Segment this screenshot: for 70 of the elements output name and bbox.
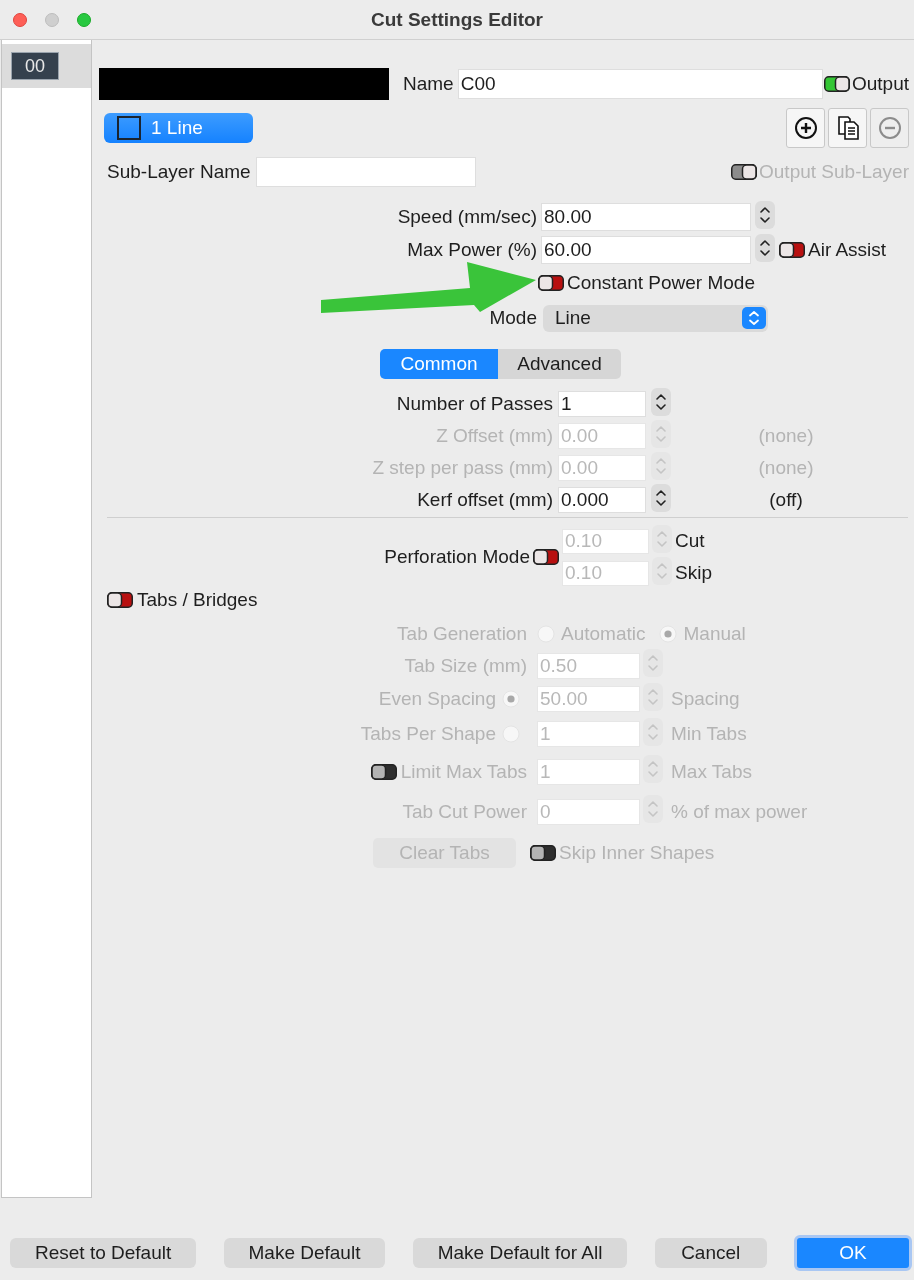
- field-label: Z step per pass (mm): [372, 457, 553, 479]
- field-label: Kerf offset (mm): [417, 489, 553, 511]
- toggle-label: Air Assist: [808, 239, 887, 261]
- field-label: Min Tabs: [671, 723, 747, 745]
- square-icon: [117, 116, 141, 140]
- field-label: Max Power (%): [407, 239, 537, 261]
- stepper[interactable]: [755, 233, 775, 262]
- sub-layer-tab[interactable]: 1 Line: [104, 113, 253, 143]
- minimize-button[interactable]: [45, 12, 59, 27]
- toggle-switch[interactable]: [538, 275, 564, 291]
- field-label: Perforation Mode: [384, 546, 530, 568]
- radio-label: Manual: [683, 623, 746, 645]
- field-label: Spacing: [671, 688, 740, 710]
- number-field[interactable]: 80.00: [541, 203, 751, 231]
- dialog-button[interactable]: Make Default for All: [412, 1238, 628, 1268]
- toggle-label: Output: [851, 73, 909, 95]
- field-label: Number of Passes: [396, 393, 553, 415]
- stepper[interactable]: [651, 387, 671, 416]
- field-label: Z Offset (mm): [436, 425, 553, 447]
- dialog-button[interactable]: OK: [793, 1235, 912, 1271]
- minus-circle-icon: [878, 117, 901, 139]
- toggle-label: Tabs / Bridges: [137, 589, 258, 611]
- radio-label: Automatic: [561, 623, 646, 645]
- text-field[interactable]: [255, 157, 476, 187]
- field-label: Even Spacing: [378, 688, 496, 710]
- field-label: Limit Max Tabs: [400, 760, 527, 783]
- window-title: Cut Settings Editor: [370, 8, 544, 31]
- stepper[interactable]: [755, 200, 775, 229]
- name-field[interactable]: C00: [457, 69, 823, 99]
- zoom-button[interactable]: [77, 12, 91, 27]
- documents-icon: [836, 116, 859, 140]
- field-label: Tab Generation: [397, 623, 527, 645]
- plus-circle-icon: [794, 117, 817, 139]
- layer-number: 00: [11, 52, 59, 80]
- toggle-switch[interactable]: [779, 242, 805, 258]
- toggle-label: Constant Power Mode: [567, 272, 755, 294]
- field-label: Skip: [675, 562, 712, 584]
- updown-chevron-icon: [742, 307, 766, 329]
- status-note: (none): [758, 457, 814, 479]
- field-label: Speed (mm/sec): [397, 206, 537, 228]
- field-label: % of max power: [671, 800, 808, 823]
- status-note: (off): [769, 489, 803, 511]
- number-field[interactable]: 0.000: [558, 487, 646, 513]
- toggle-switch[interactable]: [823, 76, 850, 92]
- dialog-button[interactable]: Reset to Default: [10, 1238, 197, 1268]
- toggle-switch[interactable]: [533, 549, 559, 565]
- status-note: (none): [758, 425, 814, 447]
- number-field[interactable]: 60.00: [541, 236, 751, 264]
- field-label: Cut: [675, 530, 705, 552]
- layer-list-item[interactable]: 00: [2, 44, 91, 88]
- field-label: Max Tabs: [671, 760, 752, 783]
- add-button[interactable]: [786, 108, 825, 148]
- number-field[interactable]: 1: [558, 391, 646, 417]
- field-label: Tabs Per Shape: [360, 723, 496, 745]
- toggle-label: Output Sub-Layer: [759, 161, 909, 183]
- dialog-button[interactable]: Make Default: [223, 1238, 386, 1268]
- field-label: Tab Cut Power: [402, 800, 527, 823]
- toggle-switch[interactable]: [107, 592, 133, 608]
- field-label: Sub-Layer Name: [107, 161, 251, 183]
- close-button[interactable]: [13, 12, 27, 27]
- toggle-label: Skip Inner Shapes: [559, 842, 715, 864]
- stepper[interactable]: [651, 483, 671, 512]
- mode-dropdown[interactable]: Line: [543, 304, 768, 332]
- field-label: Mode: [489, 307, 537, 329]
- field-label: Name: [403, 73, 454, 95]
- dialog-button[interactable]: Cancel: [654, 1238, 767, 1268]
- copy-button[interactable]: [828, 108, 867, 148]
- field-label: Tab Size (mm): [404, 654, 527, 677]
- tab[interactable]: Common: [380, 349, 498, 379]
- tab[interactable]: Advanced: [498, 349, 621, 379]
